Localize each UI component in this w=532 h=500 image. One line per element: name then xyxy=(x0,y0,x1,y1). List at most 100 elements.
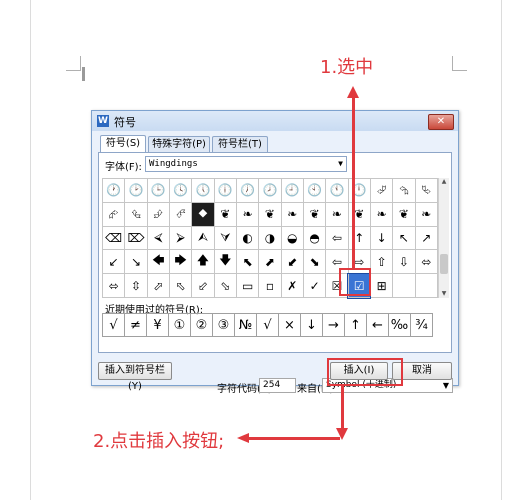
symbol-cell[interactable]: ◐ xyxy=(235,225,260,251)
symbol-cell[interactable]: 🕐 xyxy=(101,178,126,203)
symbol-cell[interactable]: ⇧ xyxy=(369,249,394,275)
symbol-cell[interactable]: 🡇 xyxy=(213,249,237,275)
symbol-cell[interactable]: ⬄ xyxy=(414,249,439,275)
symbol-cell[interactable]: ⬉ xyxy=(235,249,260,275)
recent-symbol-cell[interactable]: ① xyxy=(168,313,191,337)
symbol-cell[interactable]: ⌦ xyxy=(124,225,148,251)
recent-symbol-cell[interactable]: √ xyxy=(256,313,279,337)
symbol-cell[interactable]: ⮶ xyxy=(168,201,193,227)
symbol-cell[interactable]: ⬊ xyxy=(302,249,327,275)
tab-symbol-bar[interactable]: 符号栏(T) xyxy=(212,136,268,152)
symbol-cell[interactable]: ⮴ xyxy=(124,201,148,227)
symbol-cell[interactable] xyxy=(392,273,416,298)
symbol-cell[interactable]: ⬈ xyxy=(258,249,282,275)
character-code-input[interactable]: 254 xyxy=(259,378,296,393)
symbol-cell[interactable]: ⮲ xyxy=(392,178,416,203)
symbol-cell[interactable]: ⬄ xyxy=(101,273,126,298)
highlight-selected-symbol xyxy=(339,268,371,296)
symbol-cell[interactable]: ⬁ xyxy=(168,273,193,298)
recent-symbol-cell[interactable]: ↑ xyxy=(344,313,367,337)
recent-symbol-cell[interactable]: ¥ xyxy=(146,313,169,337)
symbol-cell[interactable]: ⮱ xyxy=(414,178,439,203)
symbol-cell[interactable]: ⮳ xyxy=(101,201,126,227)
symbol-cell[interactable]: 🕒 xyxy=(146,178,170,203)
symbol-cell[interactable]: ↖ xyxy=(392,225,416,251)
insert-to-symbol-bar-button[interactable]: 插入到符号栏(Y) xyxy=(98,362,172,392)
symbol-cell[interactable]: ↗ xyxy=(414,225,439,251)
symbol-cell[interactable]: ◑ xyxy=(258,225,282,251)
dialog-titlebar[interactable]: W 符号 ✕ xyxy=(92,111,458,131)
symbol-cell[interactable]: ⮘ xyxy=(146,225,170,251)
font-select[interactable]: Wingdings ▼ xyxy=(145,156,347,172)
symbol-cell[interactable]: ↓ xyxy=(369,225,394,251)
symbol-cell[interactable]: 🕑 xyxy=(124,178,148,203)
symbol-cell[interactable]: ⇳ xyxy=(124,273,148,298)
recent-symbol-cell[interactable]: ↓ xyxy=(300,313,323,337)
tab-panel-symbol: 字体(F): Wingdings ▼ 🕐 🕑 🕒 🕓 🕔 🕕 🕖 🕗 🕘 🕙 🕚 🕛 ⮰ ⮲ ⮱ ⮳ ⮴ ⮵ ⮶ ⯁ ❦… xyxy=(98,152,453,395)
symbol-cell[interactable]: ❧ xyxy=(414,201,439,227)
symbol-cell[interactable]: 🡆 xyxy=(168,249,193,275)
symbol-cell[interactable]: ⊞ xyxy=(369,273,394,298)
symbol-cell[interactable]: 🕔 xyxy=(191,178,215,203)
recent-symbol-cell[interactable]: ‰ xyxy=(388,313,411,337)
symbol-cell[interactable]: ⮚ xyxy=(168,225,193,251)
symbol-cell[interactable]: 🕗 xyxy=(258,178,282,203)
recent-symbol-cell[interactable]: ≠ xyxy=(124,313,147,337)
symbol-cell[interactable]: ▫ xyxy=(258,273,282,298)
tab-symbol[interactable]: 符号(S) xyxy=(100,135,146,153)
recent-symbol-cell[interactable]: → xyxy=(322,313,345,337)
symbol-cell[interactable]: ▭ xyxy=(235,273,260,298)
close-button[interactable]: ✕ xyxy=(428,114,454,130)
symbol-cell[interactable]: ❦ xyxy=(302,201,327,227)
symbol-cell[interactable]: ❦ xyxy=(258,201,282,227)
recent-symbol-cell[interactable]: ← xyxy=(366,313,389,337)
symbol-cell[interactable]: ↙ xyxy=(101,249,126,275)
symbol-cell[interactable]: ⬂ xyxy=(213,273,237,298)
symbol-cell[interactable]: 🡅 xyxy=(191,249,215,275)
symbol-cell[interactable]: ⇩ xyxy=(392,249,416,275)
symbol-grid-scrollbar[interactable]: ▲ ▼ xyxy=(438,178,449,298)
symbol-cell[interactable]: ↘ xyxy=(124,249,148,275)
symbol-cell[interactable]: ✗ xyxy=(280,273,304,298)
symbol-cell[interactable]: ⌫ xyxy=(101,225,126,251)
symbol-cell[interactable]: ⮙ xyxy=(191,225,215,251)
symbol-cell[interactable]: ❦ xyxy=(213,201,237,227)
document-page: W 符号 ✕ 符号(S) 特殊字符(P) 符号栏(T) 字体(F): Wingd… xyxy=(0,0,532,500)
symbol-cell[interactable]: ❦ xyxy=(392,201,416,227)
symbol-cell[interactable]: ⮵ xyxy=(146,201,170,227)
symbol-cell[interactable]: 🕕 xyxy=(213,178,237,203)
symbol-cell[interactable]: ✓ xyxy=(302,273,327,298)
symbol-cell[interactable]: 🕚 xyxy=(325,178,349,203)
symbol-cell[interactable]: ⮰ xyxy=(369,178,394,203)
symbol-cell[interactable]: ⬀ xyxy=(146,273,170,298)
annotation-arrow-left xyxy=(247,437,340,440)
symbol-cell[interactable]: ❧ xyxy=(325,201,349,227)
symbol-cell[interactable]: ❧ xyxy=(235,201,260,227)
recent-symbol-cell[interactable]: ¾ xyxy=(410,313,433,337)
symbol-cell[interactable]: 🕘 xyxy=(280,178,304,203)
scroll-thumb[interactable] xyxy=(440,254,448,274)
recent-symbol-cell[interactable]: № xyxy=(234,313,257,337)
symbol-cell[interactable]: ◒ xyxy=(280,225,304,251)
symbol-cell[interactable]: 🡄 xyxy=(146,249,170,275)
scroll-up-icon[interactable]: ▲ xyxy=(440,178,448,186)
recent-symbol-cell[interactable]: √ xyxy=(102,313,125,337)
scroll-down-icon[interactable]: ▼ xyxy=(440,290,448,298)
recent-symbol-cell[interactable]: × xyxy=(278,313,301,337)
symbol-cell[interactable]: ❧ xyxy=(369,201,394,227)
symbol-cell[interactable]: ⬋ xyxy=(280,249,304,275)
symbol-cell[interactable]: ⬃ xyxy=(191,273,215,298)
text-cursor xyxy=(82,67,85,81)
symbol-cell[interactable]: ❧ xyxy=(280,201,304,227)
symbol-cell[interactable]: ◓ xyxy=(302,225,327,251)
symbol-cell[interactable]: 🕓 xyxy=(168,178,193,203)
symbol-cell[interactable]: 🕖 xyxy=(235,178,260,203)
recent-symbol-cell[interactable]: ② xyxy=(190,313,213,337)
symbol-cell[interactable]: ⇦ xyxy=(325,225,349,251)
symbol-cell[interactable]: ⯁ xyxy=(191,201,215,227)
symbol-cell[interactable]: ⮛ xyxy=(213,225,237,251)
symbol-cell[interactable]: 🕙 xyxy=(302,178,327,203)
recent-symbol-cell[interactable]: ③ xyxy=(212,313,235,337)
symbol-cell[interactable] xyxy=(414,273,439,298)
tab-special-characters[interactable]: 特殊字符(P) xyxy=(148,136,210,152)
